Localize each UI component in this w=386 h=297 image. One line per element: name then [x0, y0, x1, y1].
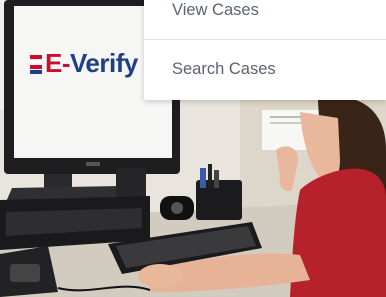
dropdown-menu: View Cases Search Cases	[144, 0, 386, 100]
menu-item-view-cases[interactable]: View Cases	[144, 0, 386, 32]
e-verify-logo: E-Verify	[45, 48, 138, 78]
menu-item-search-cases[interactable]: Search Cases	[144, 47, 386, 91]
phone	[0, 246, 58, 297]
menu-divider	[144, 39, 386, 40]
